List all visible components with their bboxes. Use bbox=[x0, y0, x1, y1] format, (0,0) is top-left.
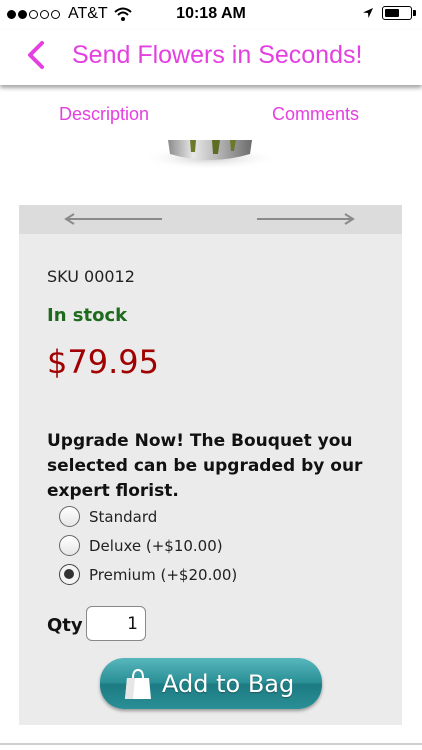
option-premium[interactable]: Premium (+$20.00) bbox=[59, 560, 237, 589]
navigation-bar: Send Flowers in Seconds! bbox=[0, 30, 422, 85]
battery-level bbox=[385, 9, 399, 17]
radio-button-selected[interactable] bbox=[59, 564, 80, 585]
tab-bar: Description Comments bbox=[0, 98, 422, 134]
battery-icon bbox=[382, 6, 416, 20]
divider bbox=[0, 743, 422, 745]
option-standard[interactable]: Standard bbox=[59, 502, 237, 531]
stock-status: In stock bbox=[47, 305, 128, 326]
status-time: 10:18 AM bbox=[176, 5, 246, 22]
option-label: Deluxe (+$10.00) bbox=[89, 536, 223, 555]
quantity-input[interactable] bbox=[86, 606, 146, 641]
chevron-left-icon bbox=[28, 41, 44, 69]
status-bar: AT&T 10:18 AM bbox=[0, 0, 422, 30]
product-price: $79.95 bbox=[47, 343, 159, 381]
image-pager bbox=[19, 205, 402, 234]
option-label: Premium (+$20.00) bbox=[89, 565, 238, 584]
location-arrow-icon bbox=[363, 8, 373, 18]
tab-comments[interactable]: Comments bbox=[272, 104, 359, 125]
upgrade-message: Upgrade Now! The Bouquet you selected ca… bbox=[47, 431, 363, 501]
status-right bbox=[362, 6, 416, 20]
shopping-bag-icon bbox=[125, 668, 151, 699]
radio-button[interactable] bbox=[59, 506, 80, 527]
arrow-left-icon[interactable] bbox=[64, 212, 164, 226]
radio-button[interactable] bbox=[59, 535, 80, 556]
quantity-label: Qty bbox=[47, 615, 83, 636]
product-panel: SKU 00012 In stock $79.95 Upgrade Now! T… bbox=[19, 205, 402, 725]
add-to-bag-label: Add to Bag bbox=[162, 669, 295, 698]
product-sku: SKU 00012 bbox=[47, 267, 135, 286]
tab-description[interactable]: Description bbox=[59, 104, 149, 125]
battery-tip bbox=[413, 10, 416, 16]
back-button[interactable] bbox=[22, 37, 52, 73]
page-title: Send Flowers in Seconds! bbox=[72, 41, 363, 69]
add-to-bag-button[interactable]: Add to Bag bbox=[100, 658, 322, 709]
option-label: Standard bbox=[89, 507, 158, 526]
option-deluxe[interactable]: Deluxe (+$10.00) bbox=[59, 531, 237, 560]
upgrade-options: Standard Deluxe (+$10.00) Premium (+$20.… bbox=[59, 502, 237, 589]
product-image bbox=[140, 140, 280, 170]
arrow-right-icon[interactable] bbox=[255, 212, 355, 226]
